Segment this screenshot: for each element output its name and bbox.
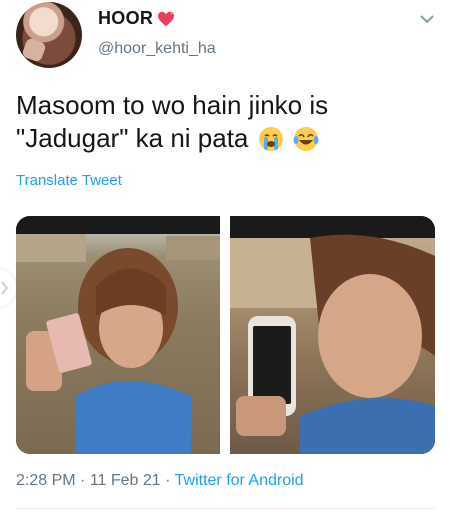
tweet-timestamp: 2:28 PM · 11 Feb 21 · Twitter for Androi… [16, 472, 304, 490]
separator: · [75, 472, 90, 489]
author-name-row[interactable]: HOOR [98, 8, 175, 29]
photo-1[interactable] [16, 216, 220, 454]
laughing-tears-icon [293, 127, 319, 151]
divider [16, 508, 435, 509]
chevron-down-icon[interactable] [418, 10, 436, 28]
tweet-text: Masoom to wo hain jinko is "Jadugar" ka … [16, 89, 436, 155]
translate-tweet-link[interactable]: Translate Tweet [16, 172, 122, 189]
media-grid [16, 216, 435, 454]
sparkling-heart-icon [158, 11, 175, 26]
author-handle[interactable]: @hoor_kehti_ha [98, 40, 216, 58]
photo-1-image [16, 216, 220, 454]
tweet-time[interactable]: 2:28 PM [16, 472, 76, 489]
tweet-date[interactable]: 11 Feb 21 [90, 472, 161, 489]
media-gap [220, 216, 230, 454]
carousel-scroll-button[interactable] [0, 268, 16, 308]
separator: · [160, 472, 175, 489]
photo-2-image [230, 216, 435, 454]
author-name[interactable]: HOOR [98, 8, 153, 29]
tweet-card: HOOR @hoor_kehti_ha Masoom to wo hain ji… [0, 0, 450, 516]
photo-2[interactable] [230, 216, 435, 454]
source-app-link[interactable]: Twitter for Android [175, 472, 304, 489]
avatar[interactable] [16, 2, 82, 68]
crying-face-icon [258, 127, 283, 151]
chevron-right-icon [1, 281, 9, 295]
